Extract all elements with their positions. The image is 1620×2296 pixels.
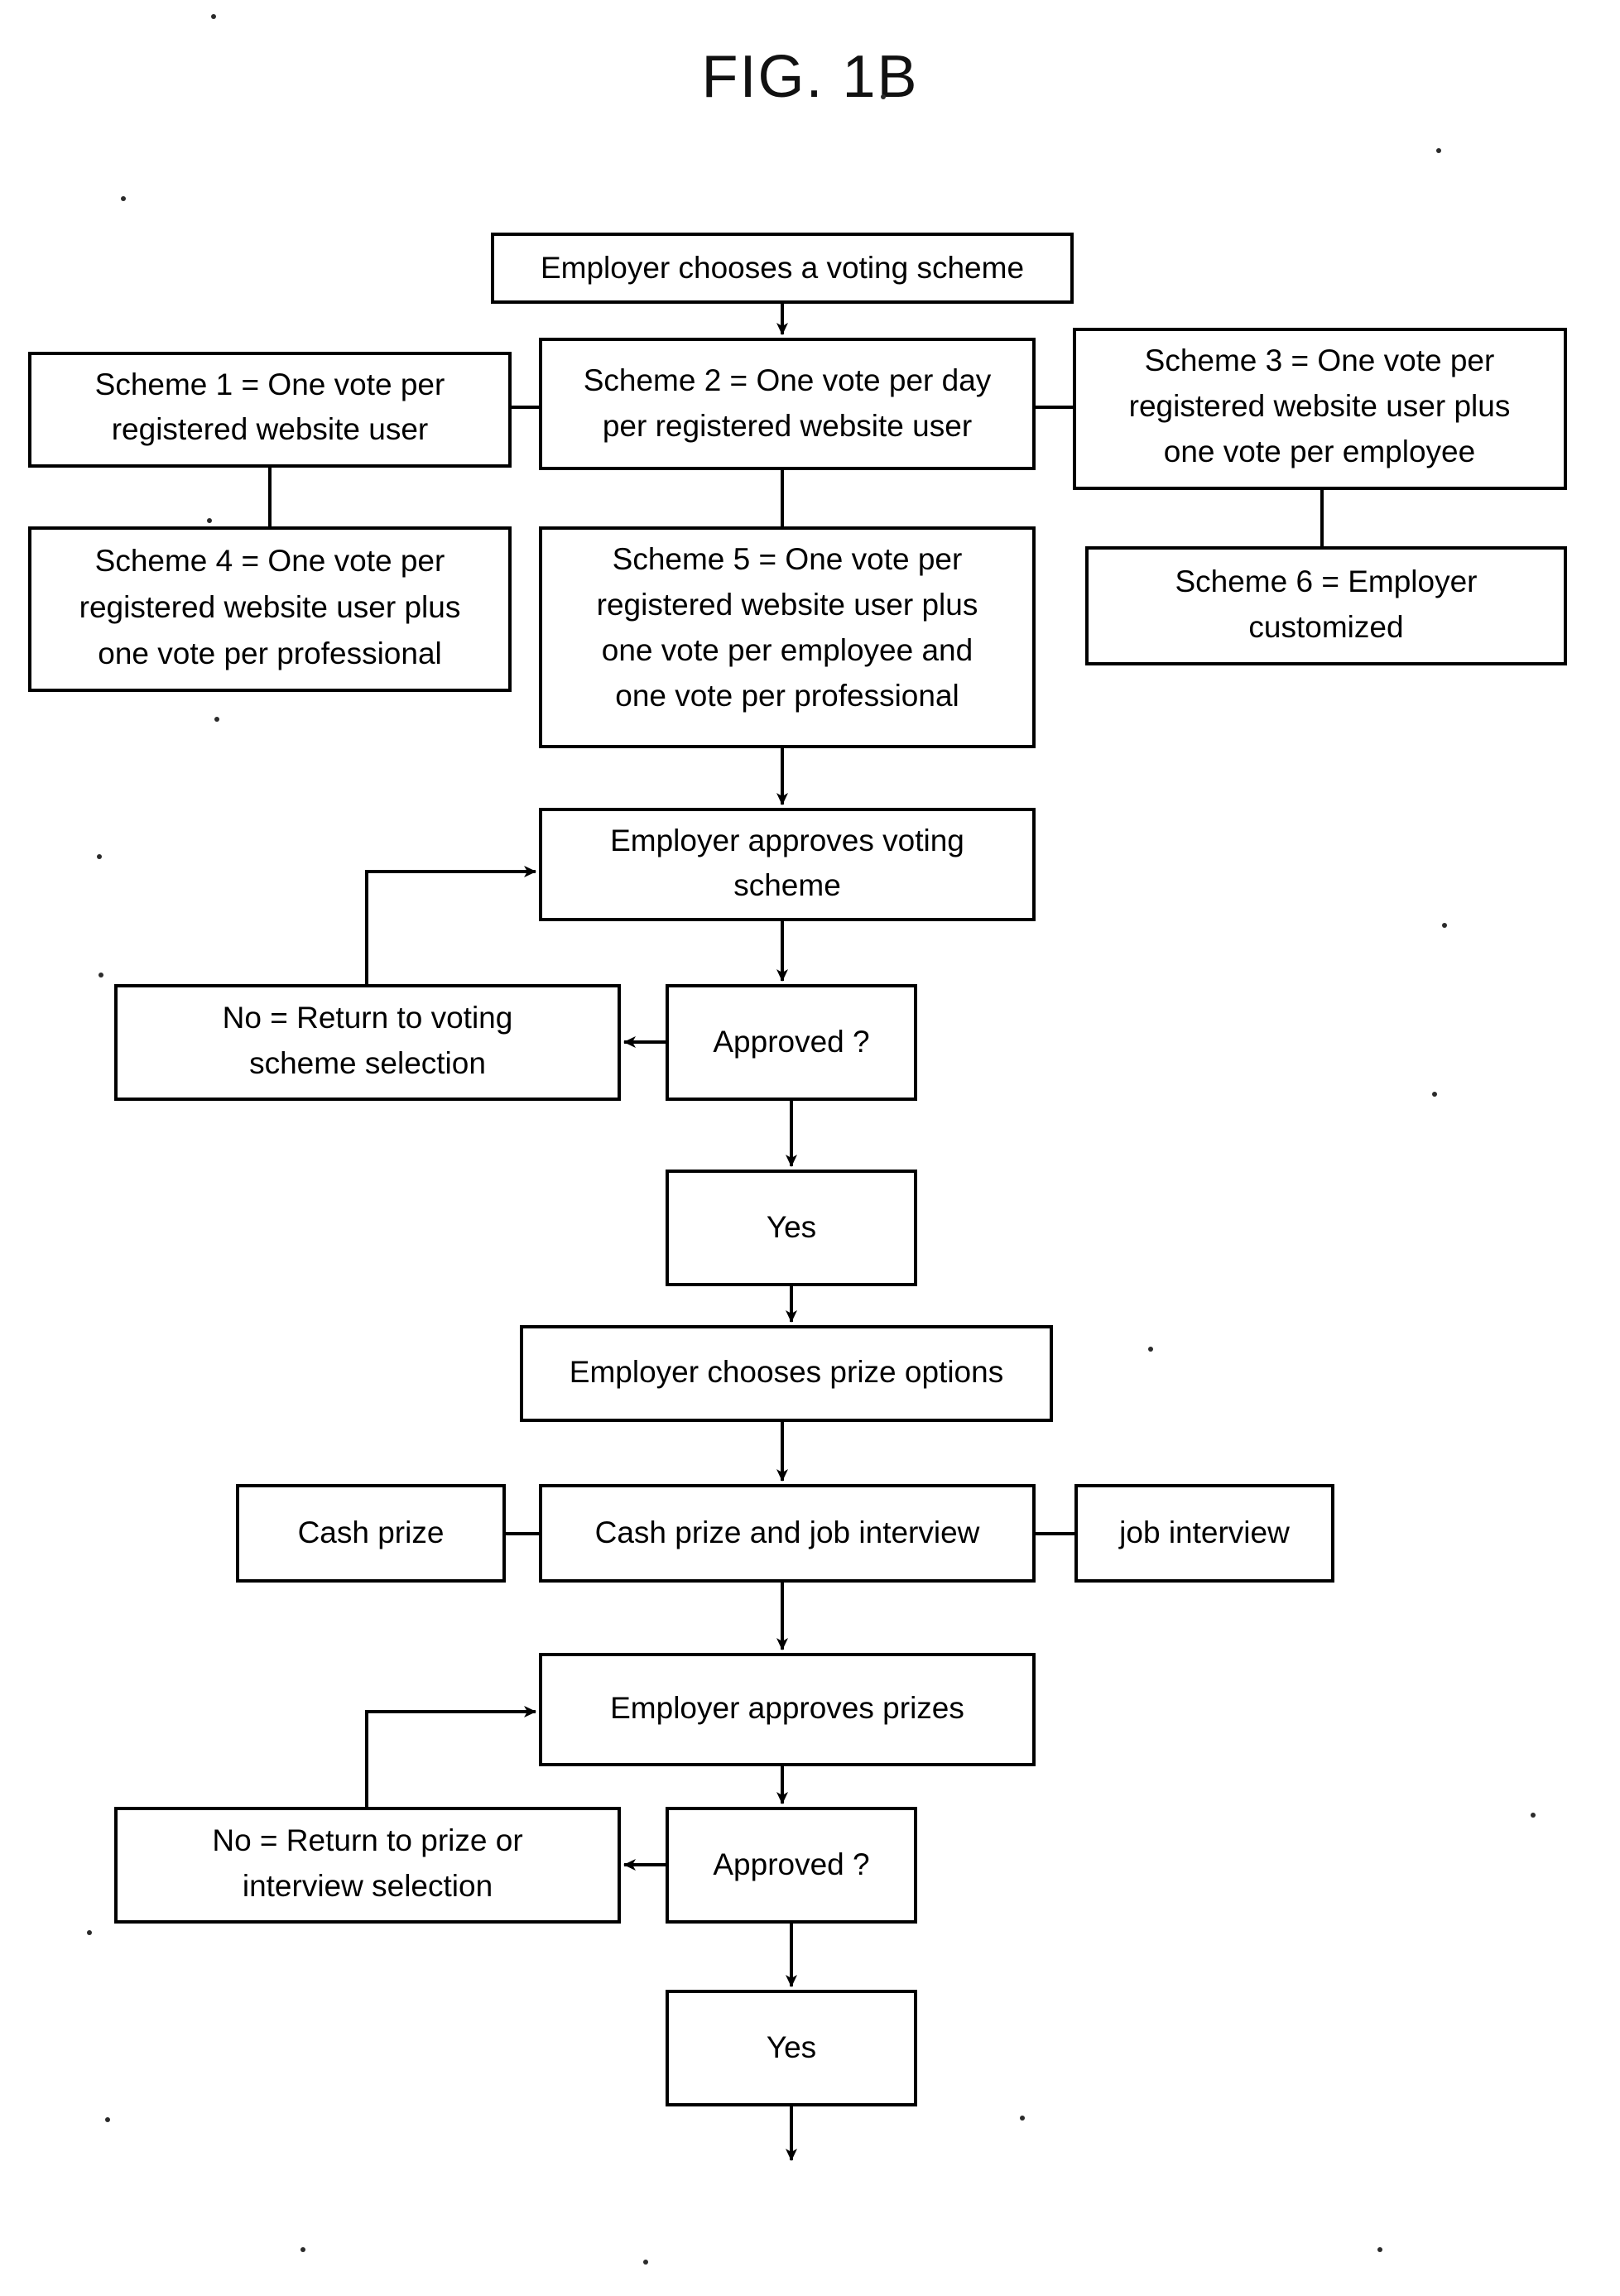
connector-no-vote-feedback: [365, 866, 536, 986]
node-no-return-voting-scheme[interactable]: No = Return to voting scheme selection: [114, 984, 621, 1101]
connector-no-prize-feedback: [365, 1706, 536, 1808]
node-scheme-3-line-2: registered website user plus: [1129, 389, 1511, 423]
node-approved-question-prizes[interactable]: Approved ?: [666, 1807, 917, 1924]
node-scheme-1-line-1: Scheme 1 = One vote per: [95, 367, 445, 401]
node-approved-question-voting[interactable]: Approved ?: [666, 984, 917, 1101]
node-yes2-line-1: Yes: [767, 2030, 816, 2064]
node-scheme-5-line-4: one vote per professional: [615, 679, 959, 713]
node-cash-prize-and-job-interview[interactable]: Cash prize and job interview: [539, 1484, 1036, 1583]
node-job-interview[interactable]: job interview: [1074, 1484, 1334, 1583]
node-no-vote-line-1: No = Return to voting: [223, 1001, 513, 1035]
node-yes-voting[interactable]: Yes: [666, 1170, 917, 1286]
node-scheme-6-line-2: customized: [1248, 610, 1403, 644]
node-scheme-3-line-1: Scheme 3 = One vote per: [1145, 343, 1495, 377]
node-scheme-6[interactable]: Scheme 6 = Employer customized: [1085, 546, 1567, 665]
node-scheme-1[interactable]: Scheme 1 = One vote per registered websi…: [28, 352, 512, 468]
node-employer-approves-prizes[interactable]: Employer approves prizes: [539, 1653, 1036, 1766]
node-approved2-line-1: Approved ?: [713, 1847, 869, 1881]
node-approve-vote-line-1: Employer approves voting: [610, 824, 964, 857]
node-employer-chooses-prize-options[interactable]: Employer chooses prize options: [520, 1325, 1053, 1422]
node-cash-line-1: Cash prize: [298, 1515, 445, 1549]
node-scheme-3-line-3: one vote per employee: [1164, 435, 1475, 468]
flowchart-canvas: Employer chooses a voting scheme Scheme …: [28, 14, 1567, 2265]
node-approved1-line-1: Approved ?: [713, 1025, 869, 1059]
node-yes-prizes[interactable]: Yes: [666, 1990, 917, 2106]
node-scheme-2[interactable]: Scheme 2 = One vote per day per register…: [539, 338, 1036, 470]
node-employer-approves-voting-scheme[interactable]: Employer approves voting scheme: [539, 808, 1036, 921]
node-yes1-line-1: Yes: [767, 1210, 816, 1244]
node-no-return-prize-interview[interactable]: No = Return to prize or interview select…: [114, 1807, 621, 1924]
node-scheme-5-line-1: Scheme 5 = One vote per: [613, 542, 963, 576]
node-prize-options-line-1: Employer chooses prize options: [570, 1355, 1003, 1389]
node-scheme-4[interactable]: Scheme 4 = One vote per registered websi…: [28, 526, 512, 692]
node-approve-vote-line-2: scheme: [733, 868, 841, 902]
node-start[interactable]: Employer chooses a voting scheme: [491, 233, 1074, 304]
node-scheme-5[interactable]: Scheme 5 = One vote per registered websi…: [539, 526, 1036, 748]
node-layer: Employer chooses a voting scheme Scheme …: [28, 233, 1567, 2106]
node-scheme-5-line-2: registered website user plus: [597, 588, 978, 622]
node-no-prize-line-2: interview selection: [243, 1869, 493, 1903]
figure-root: FIG. 1B Employer chooses a voting scheme…: [0, 0, 1620, 2296]
node-cash-prize[interactable]: Cash prize: [236, 1484, 506, 1583]
node-scheme-3[interactable]: Scheme 3 = One vote per registered websi…: [1073, 328, 1567, 490]
node-job-line-1: job interview: [1118, 1515, 1290, 1549]
node-approve-prizes-line-1: Employer approves prizes: [610, 1691, 964, 1725]
node-no-prize-line-1: No = Return to prize or: [212, 1823, 522, 1857]
node-scheme-4-line-1: Scheme 4 = One vote per: [95, 544, 445, 578]
node-cash-and-job-line-1: Cash prize and job interview: [595, 1515, 980, 1549]
node-scheme-4-line-3: one vote per professional: [98, 636, 442, 670]
node-scheme-1-line-2: registered website user: [112, 412, 429, 446]
node-scheme-2-line-1: Scheme 2 = One vote per day: [584, 363, 992, 397]
node-scheme-5-line-3: one vote per employee and: [602, 633, 973, 667]
node-scheme-6-line-1: Scheme 6 = Employer: [1175, 564, 1477, 598]
node-scheme-2-line-2: per registered website user: [603, 409, 972, 443]
node-start-line-1: Employer chooses a voting scheme: [541, 251, 1024, 285]
node-no-vote-line-2: scheme selection: [249, 1046, 486, 1080]
node-scheme-4-line-2: registered website user plus: [79, 590, 461, 624]
